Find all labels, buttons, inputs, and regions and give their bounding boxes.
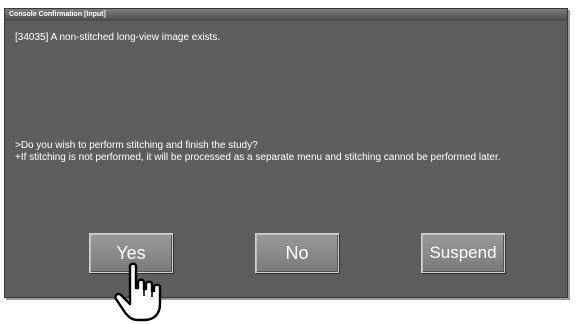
dialog-title: Console Confirmation [Input] [5,9,567,21]
console-confirmation-dialog: Console Confirmation [Input] [34035] A n… [4,8,568,298]
message-code-line: [34035] A non-stitched long-view image e… [15,32,221,43]
note-line: +If stitching is not performed, it will … [15,152,501,163]
no-button[interactable]: No [255,233,339,273]
suspend-button[interactable]: Suspend [421,233,505,273]
question-line: >Do you wish to perform stitching and fi… [15,140,258,151]
pointing-hand-icon [114,262,162,322]
